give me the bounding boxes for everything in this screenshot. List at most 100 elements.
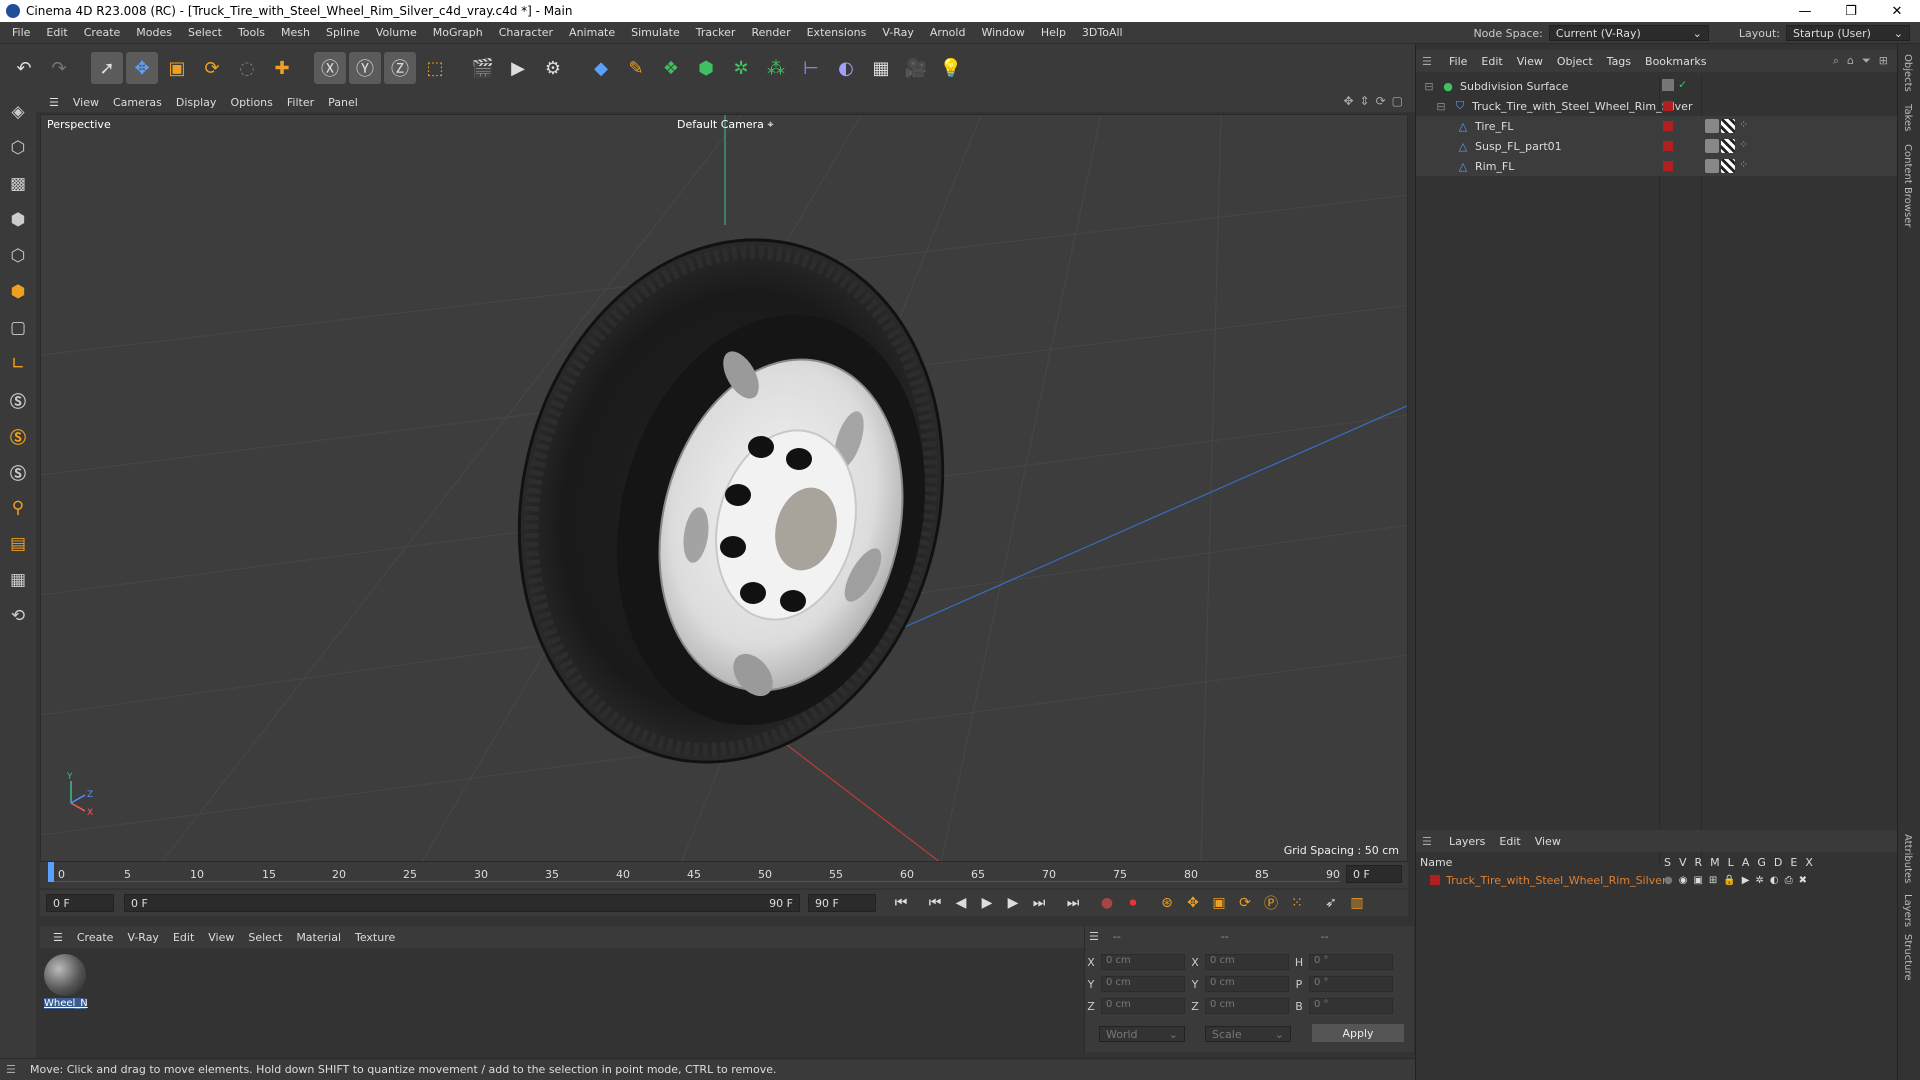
texture-tag-icon[interactable] [1721,139,1735,153]
tab-layers[interactable]: Layers [1902,894,1913,927]
obj-menu-tags[interactable]: Tags [1600,55,1638,68]
material-menu-vray[interactable]: V-Ray [120,931,166,944]
frame-range-slider[interactable]: 0 F 90 F [124,894,800,912]
tab-content-browser[interactable]: Content Browser [1902,144,1913,227]
menu-help[interactable]: Help [1033,26,1074,39]
render-toggle-icon[interactable]: ▣ [1693,875,1702,886]
cloner-icon[interactable]: ✲ [725,52,757,84]
timeline-icon[interactable]: ▥ [1344,892,1370,914]
light-icon[interactable]: 💡 [935,52,967,84]
size-y-field[interactable]: 0 cm [1205,976,1289,992]
deformer-toggle-icon[interactable]: ◐ [1770,875,1779,886]
layer-swatch[interactable] [1663,101,1673,111]
menu-animate[interactable]: Animate [561,26,623,39]
pan-icon[interactable]: ✥ [1343,94,1353,108]
apply-button[interactable]: Apply [1312,1024,1404,1042]
obj-menu-object[interactable]: Object [1550,55,1600,68]
symmetry-icon[interactable]: ⊢ [795,52,827,84]
texture-tag-icon[interactable] [1721,159,1735,173]
polygon-mode-icon[interactable]: ⬢ [3,276,33,308]
obj-menu-view[interactable]: View [1510,55,1550,68]
filter-icon[interactable]: ⏷ [1862,54,1871,68]
rot-b-field[interactable]: 0 ° [1309,998,1393,1014]
menu-mograph[interactable]: MoGraph [425,26,491,39]
layer-col-deformers[interactable]: D [1774,856,1782,869]
render-region-icon[interactable]: 🎬 [467,52,499,84]
menu-tracker[interactable]: Tracker [688,26,744,39]
object-row[interactable]: △ Rim_FL ⁘ [1416,156,1898,176]
layer-col-view[interactable]: V [1679,856,1687,869]
pos-z-field[interactable]: 0 cm [1101,998,1185,1014]
key-position-icon[interactable]: ✥ [1180,892,1206,914]
texture-tag-icon[interactable] [1721,119,1735,133]
keyframe-icon[interactable]: ⊛ [1154,892,1180,914]
3d-viewport[interactable]: Y Z X Perspective Default Camera ⌖ Grid … [40,114,1408,862]
new-window-icon[interactable]: ⊞ [1879,54,1888,68]
extrude-icon[interactable]: ⬢ [690,52,722,84]
hamburger-icon[interactable]: ☰ [42,96,66,109]
tab-attributes[interactable]: Attributes [1902,834,1913,883]
coord-mode-dropdown[interactable]: Scale ⌄ [1205,1026,1291,1042]
z-axis-icon[interactable]: Ⓩ [384,52,416,84]
size-z-field[interactable]: 0 cm [1205,998,1289,1014]
layer-col-animation[interactable]: A [1742,856,1750,869]
menu-simulate[interactable]: Simulate [623,26,688,39]
menu-vray[interactable]: V-Ray [874,26,922,39]
layers-menu-layers[interactable]: Layers [1442,835,1492,848]
snap-icon[interactable]: Ⓢ [3,384,33,416]
view-toggle-icon[interactable]: ◉ [1679,875,1688,886]
material-menu-create[interactable]: Create [70,931,121,944]
live-select-icon[interactable]: ◌ [231,52,263,84]
expression-toggle-icon[interactable]: ⎙ [1785,875,1793,886]
layer-swatch[interactable] [1662,79,1674,91]
layer-color-swatch[interactable] [1430,875,1440,885]
menu-extensions[interactable]: Extensions [799,26,875,39]
menu-spline[interactable]: Spline [318,26,368,39]
search-icon[interactable]: ⌕ [1833,54,1839,68]
playhead[interactable] [48,862,54,882]
menu-tools[interactable]: Tools [230,26,273,39]
hamburger-icon[interactable]: ☰ [1089,930,1099,943]
layer-col-render[interactable]: R [1695,856,1703,869]
viewport-menu-filter[interactable]: Filter [280,96,321,109]
rot-h-field[interactable]: 0 ° [1309,954,1393,970]
play-icon[interactable]: ▶ [974,892,1000,914]
menu-arnold[interactable]: Arnold [922,26,974,39]
phong-tag-icon[interactable]: ⁘ [1739,138,1748,151]
layers-menu-edit[interactable]: Edit [1492,835,1527,848]
maximize-view-icon[interactable]: ▢ [1392,94,1403,108]
orbit-icon[interactable]: ⟳ [1376,94,1386,108]
subdivision-icon[interactable]: ❖ [655,52,687,84]
manager-toggle-icon[interactable]: ⊞ [1709,875,1717,886]
tab-objects[interactable]: Objects [1902,54,1913,92]
phong-tag-icon[interactable]: ⁘ [1739,118,1748,131]
tab-structure[interactable]: Structure [1902,934,1913,981]
maximize-button[interactable]: ❐ [1828,0,1874,22]
start-frame-field[interactable]: 0 F [46,894,114,912]
render-view-icon[interactable]: ▶ [502,52,534,84]
viewport-menu-display[interactable]: Display [169,96,224,109]
object-row[interactable]: ⊟ ⛉ Truck_Tire_with_Steel_Wheel_Rim_Silv… [1416,96,1898,116]
object-row[interactable]: △ Susp_FL_part01 ⁘ [1416,136,1898,156]
viewport-menu-cameras[interactable]: Cameras [106,96,169,109]
hamburger-icon[interactable]: ☰ [1422,55,1432,68]
size-x-field[interactable]: 0 cm [1205,954,1289,970]
coord-space-dropdown[interactable]: World ⌄ [1099,1026,1185,1042]
menu-window[interactable]: Window [973,26,1032,39]
camera-icon[interactable]: 🎥 [900,52,932,84]
uv-mode-icon[interactable]: ▢ [3,312,33,344]
layer-col-expressions[interactable]: E [1790,856,1797,869]
point-mode-icon[interactable]: ⬢ [3,204,33,236]
prev-key-icon[interactable]: ⏮ [922,892,948,914]
hamburger-icon[interactable]: ☰ [6,1063,16,1076]
floor-icon[interactable]: ▦ [865,52,897,84]
zoom-icon[interactable]: ⇕ [1360,94,1370,108]
current-frame-field[interactable]: 0 F [1346,865,1402,883]
layout-dropdown[interactable]: Startup (User) ⌄ [1786,25,1910,41]
viewport-menu-panel[interactable]: Panel [321,96,365,109]
layers-menu-view[interactable]: View [1528,835,1568,848]
material-menu-edit[interactable]: Edit [166,931,201,944]
hamburger-icon[interactable]: ☰ [46,931,70,944]
animation-toggle-icon[interactable]: ▶ [1742,875,1750,886]
next-key-icon[interactable]: ⏭ [1026,892,1052,914]
